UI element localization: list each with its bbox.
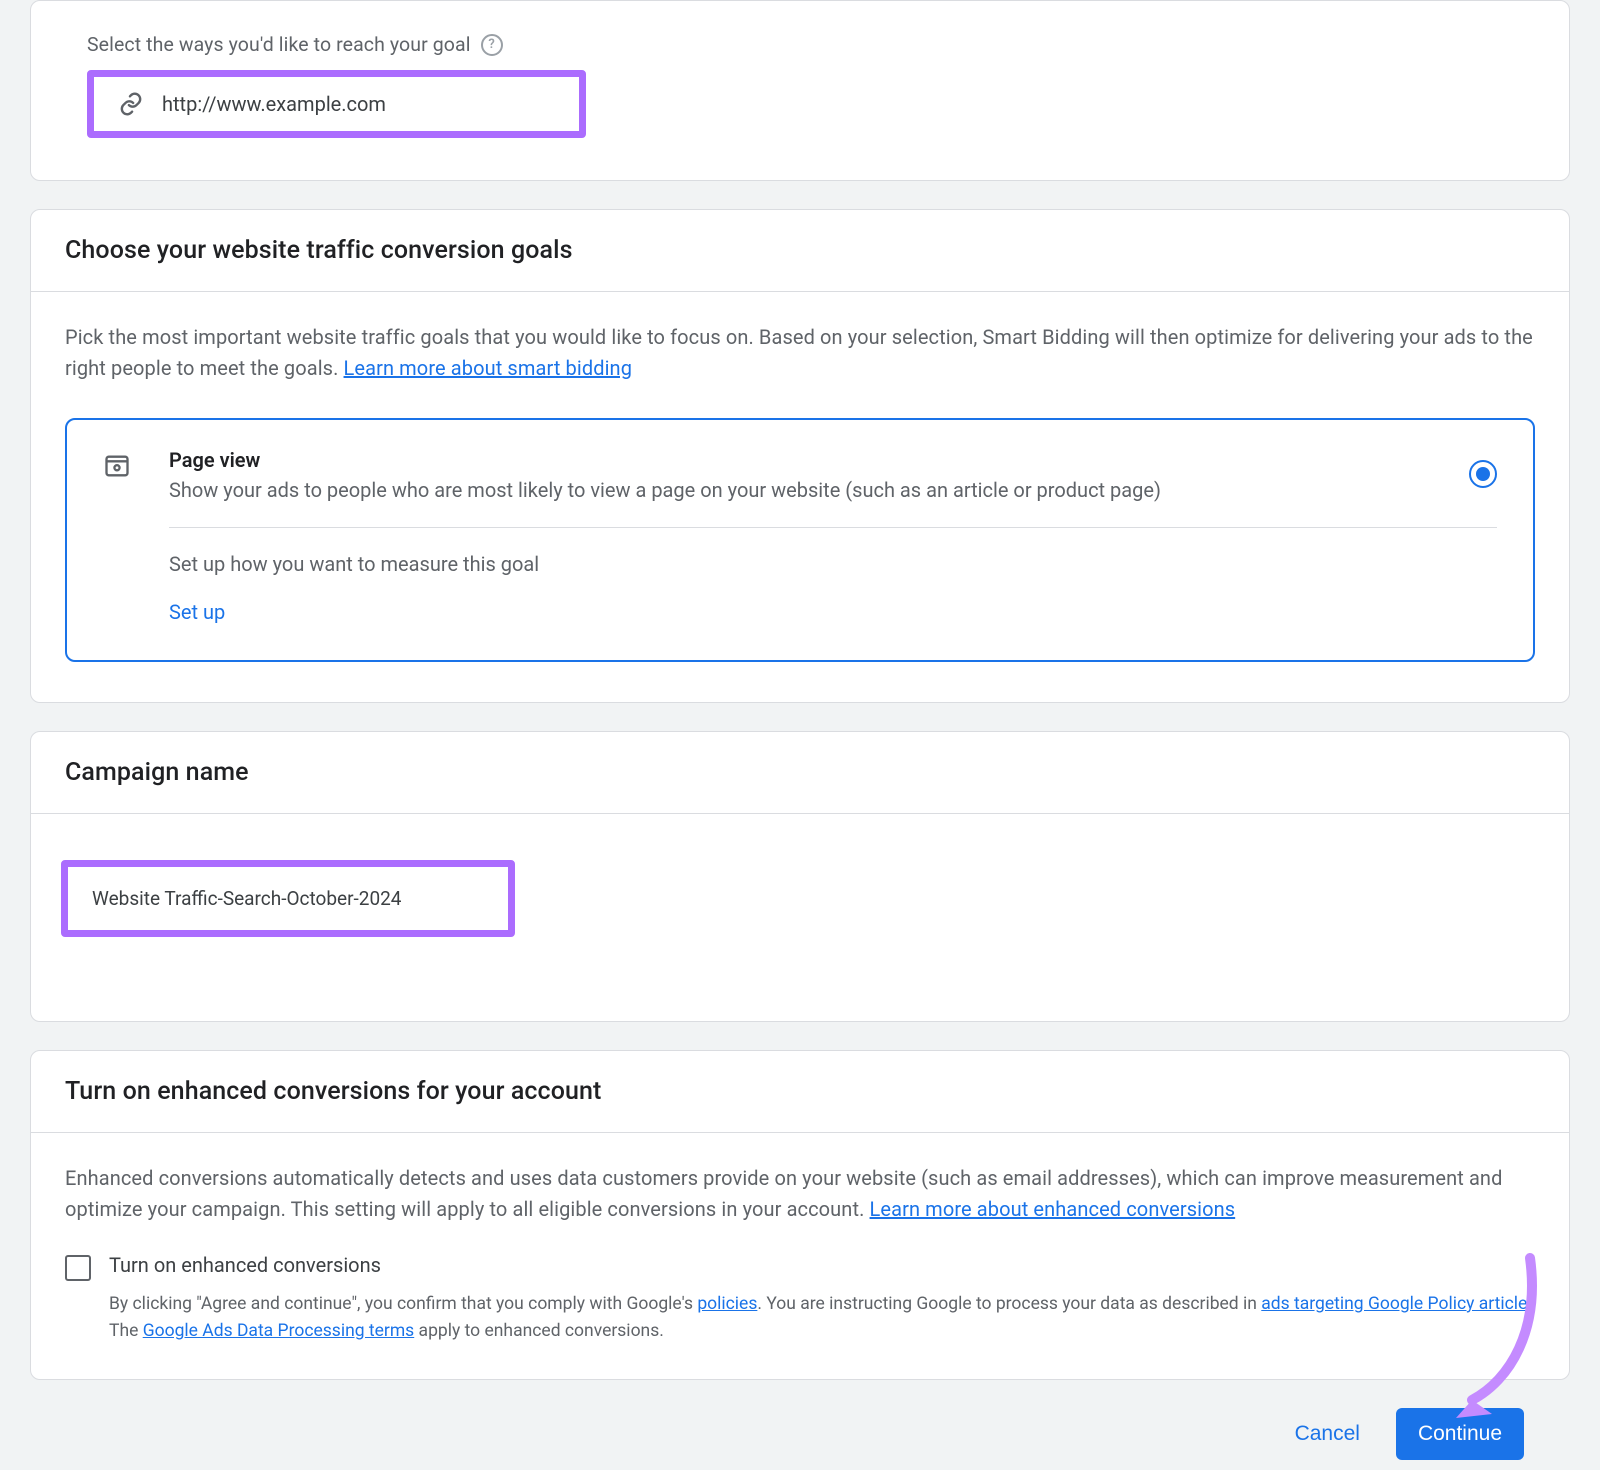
goal-setup-hint: Set up how you want to measure this goal bbox=[169, 552, 1497, 576]
footer-actions: Cancel Continue bbox=[30, 1380, 1570, 1470]
campaign-name-highlight bbox=[61, 860, 515, 937]
website-url-field[interactable]: http://www.example.com bbox=[94, 77, 579, 131]
enhanced-conversions-legal: By clicking "Agree and continue", you co… bbox=[109, 1291, 1535, 1345]
conversion-goals-title: Choose your website traffic conversion g… bbox=[65, 236, 1535, 265]
help-icon[interactable]: ? bbox=[481, 34, 503, 56]
campaign-name-title: Campaign name bbox=[65, 758, 1535, 787]
enhanced-conversions-learn-link[interactable]: Learn more about enhanced conversions bbox=[870, 1197, 1236, 1221]
enhanced-conversions-checkbox[interactable] bbox=[65, 1255, 91, 1281]
conversion-goals-intro: Pick the most important website traffic … bbox=[65, 322, 1535, 384]
continue-button[interactable]: Continue bbox=[1396, 1408, 1524, 1460]
website-url-highlight: http://www.example.com bbox=[87, 70, 586, 138]
page-view-icon bbox=[103, 452, 135, 624]
link-icon bbox=[118, 91, 144, 117]
data-processing-terms-link[interactable]: Google Ads Data Processing terms bbox=[143, 1321, 415, 1341]
cancel-button[interactable]: Cancel bbox=[1287, 1412, 1368, 1456]
website-url-value: http://www.example.com bbox=[162, 92, 386, 116]
goal-divider bbox=[169, 527, 1497, 528]
conversion-goals-card: Choose your website traffic conversion g… bbox=[30, 209, 1570, 703]
enhanced-conversions-intro: Enhanced conversions automatically detec… bbox=[65, 1163, 1535, 1225]
campaign-name-card: Campaign name bbox=[30, 731, 1570, 1022]
reach-goal-card: Select the ways you'd like to reach your… bbox=[30, 0, 1570, 181]
goal-radio-dot bbox=[1476, 467, 1490, 481]
policies-link[interactable]: policies bbox=[697, 1294, 757, 1314]
smart-bidding-link[interactable]: Learn more about smart bidding bbox=[344, 356, 633, 380]
goal-radio[interactable] bbox=[1469, 460, 1497, 488]
goal-option-desc: Show your ads to people who are most lik… bbox=[169, 476, 1497, 505]
ads-targeting-policy-link[interactable]: ads targeting Google Policy article bbox=[1261, 1294, 1527, 1314]
reach-goal-label: Select the ways you'd like to reach your… bbox=[87, 33, 471, 56]
enhanced-conversions-checkbox-label: Turn on enhanced conversions bbox=[109, 1253, 1535, 1277]
goal-option-title: Page view bbox=[169, 448, 1497, 472]
campaign-name-input[interactable] bbox=[68, 867, 508, 930]
goal-option-page-view[interactable]: Page view Show your ads to people who ar… bbox=[65, 418, 1535, 662]
goal-setup-link[interactable]: Set up bbox=[169, 600, 225, 624]
enhanced-conversions-card: Turn on enhanced conversions for your ac… bbox=[30, 1050, 1570, 1380]
enhanced-conversions-title: Turn on enhanced conversions for your ac… bbox=[65, 1077, 1535, 1106]
